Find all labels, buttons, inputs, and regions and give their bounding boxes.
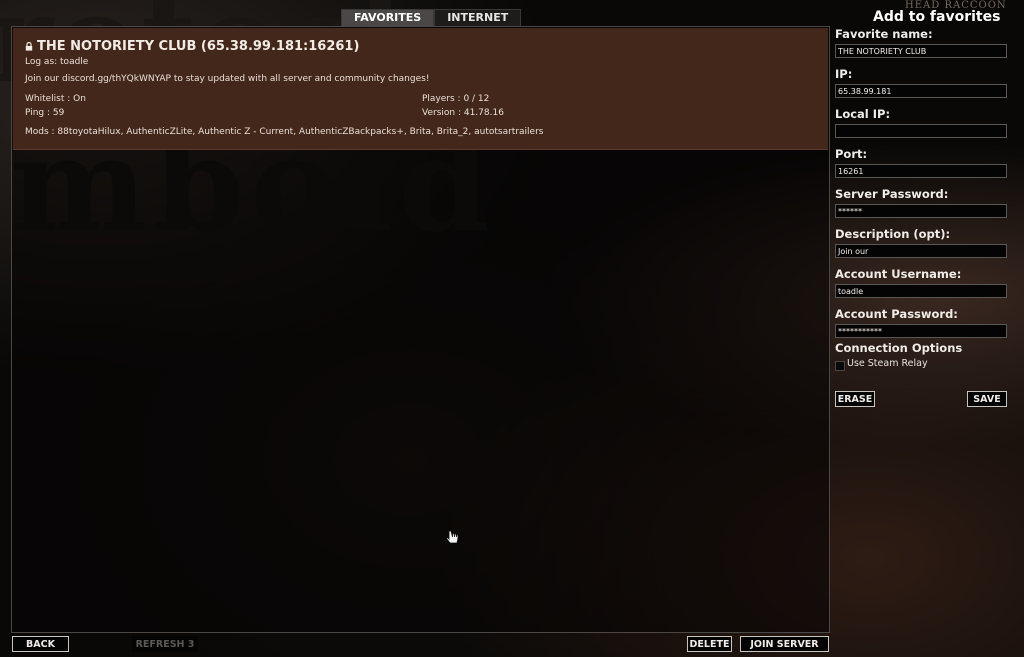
- description-input[interactable]: Join our: [835, 244, 1007, 258]
- account-password-label: Account Password:: [835, 307, 958, 321]
- port-input[interactable]: 16261: [835, 164, 1007, 178]
- mods-list: Mods : 88toyotaHilux, AuthenticZLite, Au…: [25, 127, 544, 137]
- panel-title: Add to favorites: [873, 9, 1001, 25]
- description-label: Description (opt):: [835, 227, 951, 241]
- tab-favorites[interactable]: FAVORITES: [341, 9, 435, 27]
- local-ip-input[interactable]: [835, 124, 1007, 138]
- version-value: Version : 41.78.16: [422, 108, 504, 118]
- connection-options-label: Connection Options: [835, 341, 963, 355]
- delete-button[interactable]: DELETE: [687, 636, 732, 652]
- server-title: THE NOTORIETY CLUB (65.38.99.181:16261): [37, 39, 360, 54]
- server-password-label: Server Password:: [835, 187, 949, 201]
- server-title-row: THE NOTORIETY CLUB (65.38.99.181:16261): [25, 39, 359, 54]
- back-button[interactable]: BACK: [12, 636, 69, 652]
- server-description: Join our discord.gg/thYQkWNYAP to stay u…: [25, 74, 430, 84]
- favorite-name-input[interactable]: THE NOTORIETY CLUB: [835, 44, 1007, 58]
- players-count: Players : 0 / 12: [422, 94, 490, 104]
- server-list-item[interactable]: THE NOTORIETY CLUB (65.38.99.181:16261) …: [13, 28, 828, 150]
- favorite-name-label: Favorite name:: [835, 27, 933, 41]
- account-username-label: Account Username:: [835, 267, 962, 281]
- local-ip-label: Local IP:: [835, 107, 891, 121]
- hand-cursor-icon: [446, 530, 459, 544]
- steam-relay-checkbox[interactable]: [835, 361, 845, 371]
- ip-input[interactable]: 65.38.99.181: [835, 84, 1007, 98]
- lock-icon: [25, 42, 33, 51]
- add-favorites-panel: Add to favorites Favorite name: THE NOTO…: [835, 0, 1007, 420]
- server-list[interactable]: THE NOTORIETY CLUB (65.38.99.181:16261) …: [11, 26, 830, 633]
- erase-button[interactable]: ERASE: [835, 391, 875, 407]
- account-username-input[interactable]: toadle: [835, 284, 1007, 298]
- steam-relay-label: Use Steam Relay: [847, 358, 928, 369]
- tab-internet[interactable]: INTERNET: [434, 9, 522, 27]
- whitelist-status: Whitelist : On: [25, 94, 86, 104]
- account-password-input[interactable]: ***********: [835, 324, 1007, 338]
- log-as-text: Log as: toadle: [25, 57, 89, 67]
- save-button[interactable]: SAVE: [967, 391, 1007, 407]
- port-label: Port:: [835, 147, 868, 161]
- server-password-input[interactable]: ******: [835, 204, 1007, 218]
- tab-bar: FAVORITES INTERNET: [341, 9, 522, 27]
- ping-value: Ping : 59: [25, 108, 65, 118]
- refresh-button[interactable]: REFRESH 3: [132, 636, 198, 652]
- join-server-button[interactable]: JOIN SERVER: [740, 636, 829, 652]
- ip-label: IP:: [835, 67, 853, 81]
